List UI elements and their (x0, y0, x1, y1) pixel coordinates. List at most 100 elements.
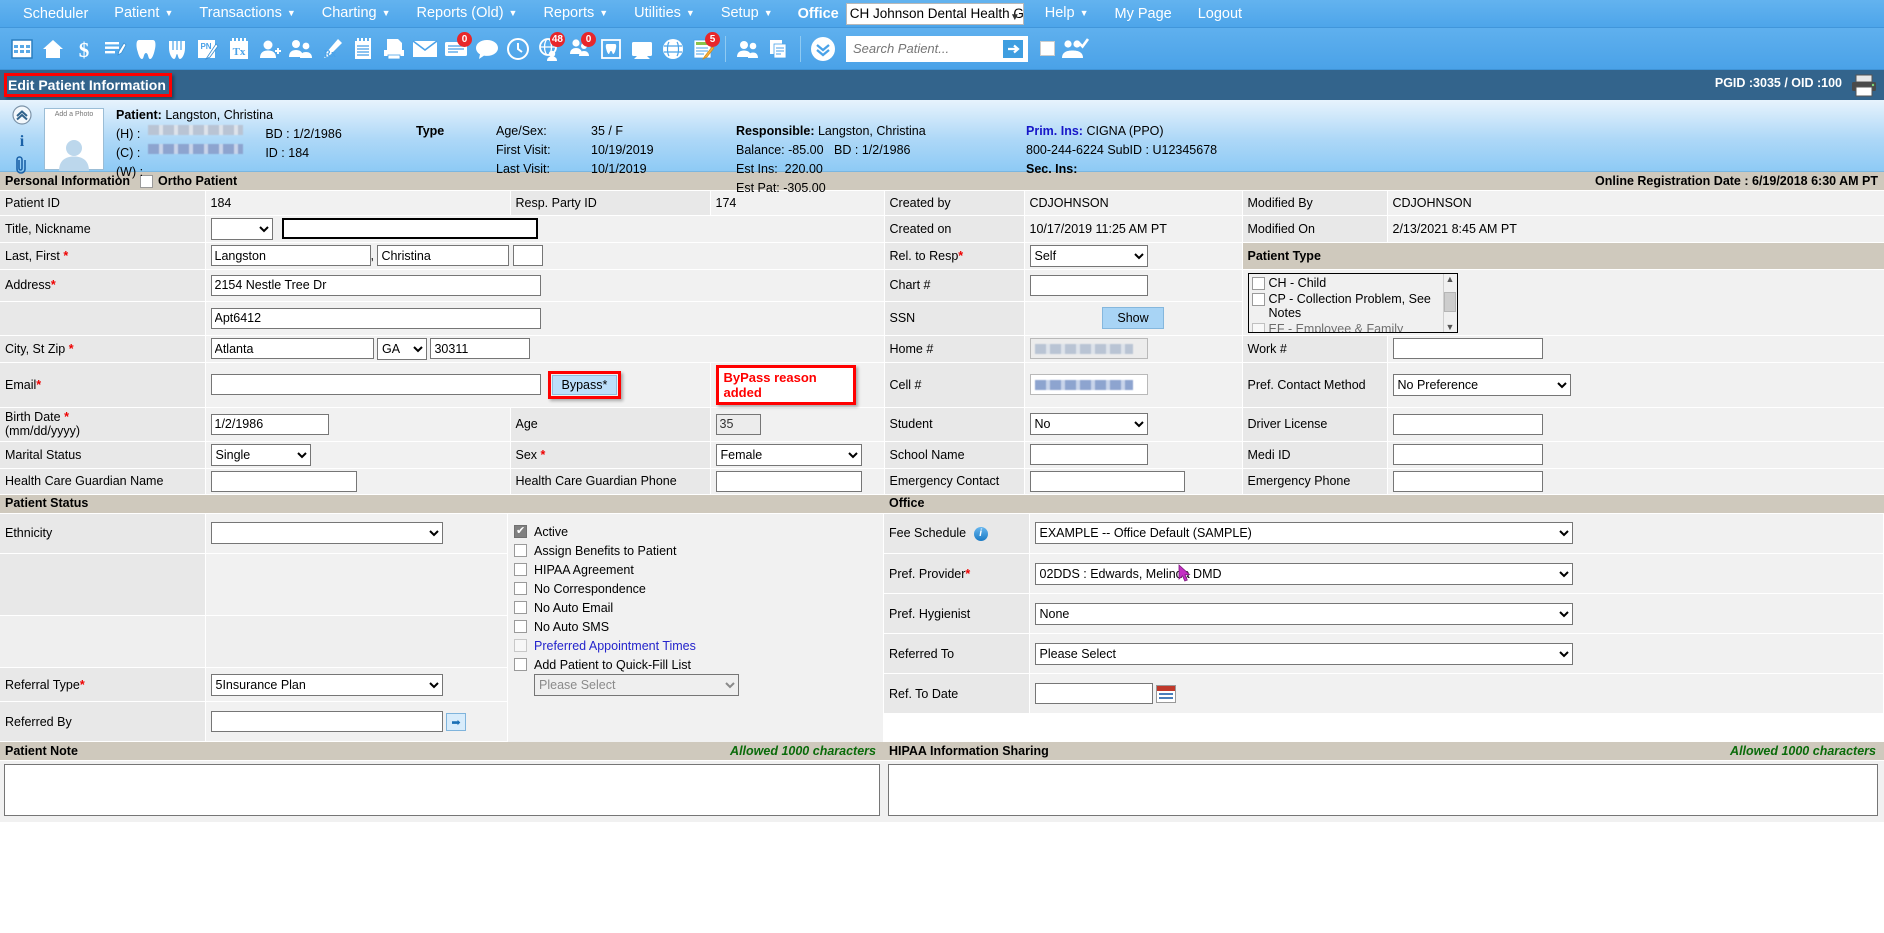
patient-type-checkbox[interactable] (1251, 292, 1265, 306)
scroll-down-icon[interactable]: ▼ (1446, 322, 1455, 332)
work-number-input[interactable] (1392, 338, 1543, 359)
checkbox-no-auto-email[interactable]: No Auto Email (514, 601, 883, 615)
referral-type-select[interactable]: 5Insurance Plan (210, 673, 443, 696)
preferred-appointment-times-checkbox[interactable] (514, 639, 527, 652)
collapse-chevrons-icon[interactable] (12, 105, 32, 128)
fee-schedule-select[interactable]: EXAMPLE -- Office Default (SAMPLE) (1034, 522, 1573, 545)
info-icon[interactable]: i (973, 526, 988, 541)
chat-bubble-icon[interactable] (473, 32, 500, 66)
ethnicity-select[interactable] (210, 522, 443, 545)
menu-item-scheduler[interactable]: Scheduler (10, 0, 101, 28)
office-selector[interactable]: CH Johnson Dental Health Ge ▼ (845, 2, 1024, 25)
checkbox-add-quick-fill[interactable]: Add Patient to Quick-Fill List (514, 658, 883, 672)
quick-fill-select[interactable]: Please Select (534, 673, 739, 696)
pref-provider-select[interactable]: 02DDS : Edwards, Melinda DMD (1034, 562, 1573, 585)
patient-type-item[interactable]: CH - Child (1251, 276, 1454, 290)
student-select[interactable]: No (1029, 413, 1148, 435)
birth-date-input[interactable] (210, 413, 329, 435)
emergency-phone-input[interactable] (1392, 470, 1543, 492)
city-input[interactable] (210, 338, 374, 359)
chevrons-down-icon[interactable] (809, 32, 836, 66)
patient-photo-placeholder[interactable]: Add a Photo (44, 108, 104, 171)
tooth-icon[interactable] (132, 32, 159, 66)
patient-type-checkbox[interactable] (1251, 276, 1265, 290)
pref-hygienist-select[interactable]: None (1034, 602, 1573, 625)
search-go-button[interactable] (1000, 37, 1026, 60)
menu-item-utilities[interactable]: Utilities ▼ (621, 0, 708, 28)
world-icon[interactable] (659, 32, 686, 66)
mail-icon[interactable] (411, 32, 438, 66)
scroll-up-icon[interactable]: ▲ (1446, 274, 1455, 284)
referred-by-lookup-icon[interactable]: ➡ (445, 713, 466, 731)
dollar-icon[interactable]: $ (70, 32, 97, 66)
sex-select[interactable]: Female (715, 443, 862, 466)
info-icon[interactable]: i (13, 131, 31, 152)
menu-item-logout[interactable]: Logout (1185, 0, 1255, 28)
treatment-plan-icon[interactable]: Tx (225, 32, 252, 66)
menu-item-my-page[interactable]: My Page (1101, 0, 1184, 28)
guardian-phone-input[interactable] (715, 470, 862, 492)
email-bypass-button[interactable]: Bypass* (551, 374, 618, 395)
menu-item-reports[interactable]: Reports ▼ (530, 0, 621, 28)
checkbox-no-auto-sms[interactable]: No Auto SMS (514, 620, 883, 634)
toolbar-checkbox[interactable] (1040, 41, 1055, 56)
calendar-icon[interactable] (8, 32, 35, 66)
search-input[interactable] (848, 37, 1000, 60)
email-input[interactable] (210, 374, 541, 395)
menu-item-reports-old[interactable]: Reports (Old) ▼ (404, 0, 531, 28)
menu-item-setup[interactable]: Setup ▼ (708, 0, 786, 28)
pref-contact-method-select[interactable]: No Preference (1392, 373, 1571, 396)
marital-status-select[interactable]: Single (210, 443, 311, 466)
menu-item-transactions[interactable]: Transactions ▼ (186, 0, 308, 28)
no-auto-email-checkbox[interactable] (514, 601, 527, 614)
ssn-show-button[interactable]: Show (1102, 307, 1164, 330)
driver-license-input[interactable] (1392, 413, 1543, 435)
patient-search[interactable] (846, 35, 1028, 62)
hipaa-note-textarea[interactable] (888, 764, 1878, 816)
clock-icon[interactable] (504, 32, 531, 66)
hipaa-agreement-checkbox[interactable] (514, 563, 527, 576)
checkbox-hipaa-agreement[interactable]: HIPAA Agreement (514, 563, 883, 577)
patient-photo-container[interactable]: Add a Photo (44, 100, 116, 171)
patient-note-textarea[interactable] (4, 764, 880, 816)
no-correspondence-checkbox[interactable] (514, 582, 527, 595)
menu-item-charting[interactable]: Charting ▼ (309, 0, 404, 28)
scrollbar-thumb[interactable] (1444, 291, 1456, 312)
first-name-input[interactable] (377, 245, 510, 266)
screen-share-icon[interactable] (628, 32, 655, 66)
zip-input[interactable] (430, 338, 531, 359)
patient-type-item[interactable]: EF - Employee & Family (1251, 322, 1454, 332)
family-icon[interactable] (287, 32, 314, 66)
globe-users-icon[interactable]: 48 (535, 31, 565, 66)
people-icon[interactable]: 0 (566, 31, 596, 66)
no-auto-sms-checkbox[interactable] (514, 620, 527, 633)
group-check-icon[interactable] (1057, 32, 1091, 66)
print-icon[interactable] (1850, 73, 1878, 100)
attachment-icon[interactable] (13, 155, 31, 178)
checkbox-no-correspondence[interactable]: No Correspondence (514, 582, 883, 596)
print-doc-icon[interactable] (380, 32, 407, 66)
school-name-input[interactable] (1029, 444, 1148, 465)
calendar-picker-icon[interactable] (1155, 685, 1176, 704)
add-quick-fill-checkbox[interactable] (514, 658, 527, 671)
two-people-icon[interactable] (734, 32, 761, 66)
patient-type-listbox[interactable]: CH - Child CP - Collection Problem, See … (1247, 272, 1458, 333)
medi-id-input[interactable] (1392, 444, 1543, 465)
home-number-input-redacted[interactable] (1029, 338, 1148, 359)
prescription-icon[interactable]: Rx (318, 32, 345, 66)
preferred-appointment-times-link[interactable]: Preferred Appointment Times (534, 639, 696, 653)
state-select[interactable]: GA (376, 337, 427, 360)
checkbox-preferred-appointment-times[interactable]: Preferred Appointment Times (514, 639, 883, 653)
referred-to-select[interactable]: Please Select (1034, 642, 1573, 665)
address-line2-input[interactable] (210, 307, 541, 329)
active-checkbox[interactable] (514, 524, 527, 538)
chart-number-input[interactable] (1029, 274, 1148, 296)
patient-type-checkbox[interactable] (1251, 322, 1265, 332)
checkbox-active[interactable]: Active (514, 524, 883, 539)
form-edit-icon[interactable]: 5 (690, 31, 720, 66)
patient-type-item[interactable]: CP - Collection Problem, See Notes (1251, 292, 1454, 320)
nickname-input[interactable] (281, 218, 538, 239)
assign-benefits-checkbox[interactable] (514, 544, 527, 557)
middle-initial-input[interactable] (512, 245, 543, 266)
menu-item-help[interactable]: Help ▼ (1032, 0, 1102, 28)
